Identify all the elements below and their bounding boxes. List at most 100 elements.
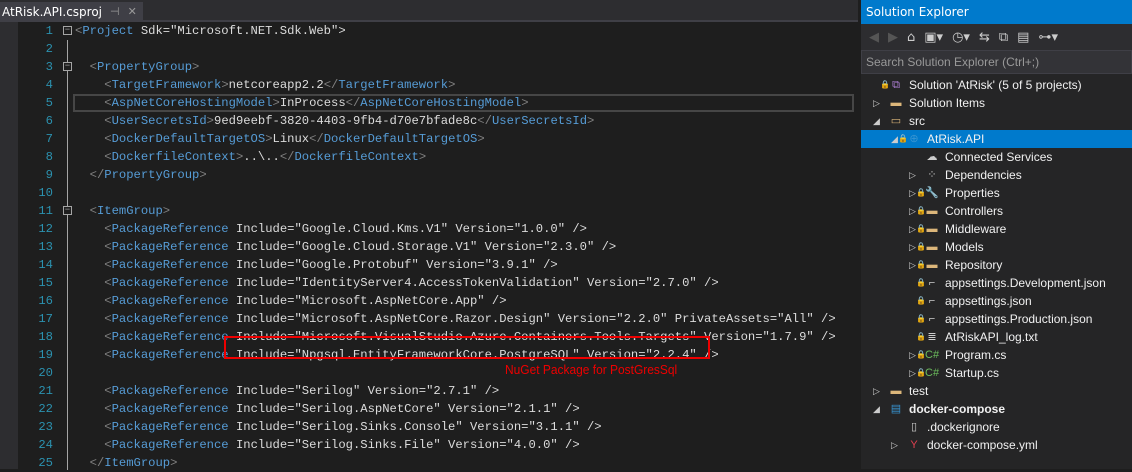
connected-services-icon: ☁ [926,151,938,163]
code-token: Include="Serilog.Sinks.Console" Version=… [228,420,602,434]
tree-item[interactable]: ▷ 🔒 C# Program.cs [861,346,1132,364]
line-number: 7 [45,132,53,146]
collapsed-arrow-icon[interactable]: ▷ [909,166,919,184]
line-number: 11 [38,204,53,218]
tree-item[interactable]: ◢ ▤ docker-compose [861,400,1132,418]
code-token: PackageReference [111,294,229,308]
line-number: 19 [38,348,53,362]
code-token: PackageReference [111,438,229,452]
code-token: < [104,438,112,452]
line-number: 1 [45,24,53,38]
folder-icon: ▬ [926,223,938,235]
code-token: PackageReference [111,222,229,236]
code-token: < [89,60,97,74]
code-token: UserSecretsId [111,114,207,128]
tree-item[interactable]: ☁ Connected Services [861,148,1132,166]
tree-item[interactable]: ▯ .dockerignore [861,418,1132,436]
tree-item[interactable]: ▷ 🔒 C# Startup.cs [861,364,1132,382]
line-number: 18 [38,330,53,344]
tree-item[interactable]: ▷ 🔒 ▬ Middleware [861,220,1132,238]
sync-icon[interactable]: ⇆ [979,30,990,45]
collapse-icon[interactable]: − [63,206,72,215]
code-text: <PackageReference Include="Microsoft.Asp… [75,292,506,310]
history-icon[interactable]: ◷▾ [952,30,970,45]
code-line: 21 <PackageReference Include="Serilog" V… [0,382,858,400]
code-text: </ItemGroup> [75,454,178,472]
properties-icon[interactable]: ⊶▾ [1038,30,1058,45]
code-line: 14 <PackageReference Include="Google.Pro… [0,256,858,274]
collapsed-arrow-icon[interactable]: ▷ [873,94,883,112]
collapse-all-icon[interactable]: ⧉ [999,30,1008,45]
tree-item[interactable]: ▷ ▬ test [861,382,1132,400]
code-token: PackageReference [111,312,229,326]
line-number: 22 [38,402,53,416]
tree-item[interactable]: 🔒 ⧉ Solution 'AtRisk' (5 of 5 projects) [861,76,1132,94]
code-token: Include="Serilog.AspNetCore" Version="2.… [228,402,580,416]
code-token: Linux [272,132,310,146]
code-token: < [104,330,112,344]
tree-item[interactable]: 🔒 ⌐ appsettings.Production.json [861,310,1132,328]
collapse-icon[interactable]: − [63,62,72,71]
tree-item[interactable]: 🔒 ⌐ appsettings.json [861,292,1132,310]
pin-icon[interactable]: ⊣ [110,2,120,22]
code-line: 9 </PropertyGroup> [0,166,858,184]
code-text: <PackageReference Include="Google.Cloud.… [75,238,616,256]
tree-item-label: AtRiskAPI_log.txt [945,330,1038,344]
tree-item[interactable]: ▷ 🔒 ▬ Controllers [861,202,1132,220]
code-token: > [206,114,214,128]
tree-item[interactable]: ▷ ▬ Solution Items [861,94,1132,112]
line-number: 17 [38,312,53,326]
tab-atrisk-api-csproj[interactable]: AtRisk.API.csproj ⊣ ✕ [0,2,143,22]
tree-item[interactable]: 🔒 ⌐ appsettings.Development.json [861,274,1132,292]
code-token: PackageReference [111,330,229,344]
line-number: 20 [38,366,53,380]
tree-item[interactable]: ◢ 🔒 ⊕ AtRisk.API [861,130,1132,148]
code-text: <PackageReference Include="Serilog.Sinks… [75,436,579,454]
code-line: 5 <AspNetCoreHostingModel>InProcess</Asp… [0,94,858,112]
home-icon[interactable]: ⌂ [907,30,915,45]
code-text: <UserSecretsId>9ed9eebf-3820-4403-9fb4-d… [75,112,594,130]
code-text: <DockerDefaultTargetOS>Linux</DockerDefa… [75,130,484,148]
folder-icon: ▬ [926,205,938,217]
back-icon[interactable]: ◀ [869,30,879,45]
close-icon[interactable]: ✕ [128,2,137,22]
tree-item[interactable]: 🔒 ≣ AtRiskAPI_log.txt [861,328,1132,346]
code-token: Include="Google.Cloud.Storage.V1" Versio… [228,240,617,254]
tree-item[interactable]: ▷ 🔒 ▬ Models [861,238,1132,256]
code-token: PackageReference [111,420,229,434]
code-editor[interactable]: 1− <Project Sdk="Microsoft.NET.Sdk.Web"> 2… [0,22,858,472]
code-token: < [104,96,112,110]
code-token: PackageReference [111,258,229,272]
code-token: > [162,204,171,218]
tree-item[interactable]: ▷ 🔒 🔧 Properties [861,184,1132,202]
tree-item[interactable]: ▷ ⁘ Dependencies [861,166,1132,184]
code-text: <DockerfileContext>..\..</DockerfileCont… [75,148,426,166]
code-token: < [104,294,112,308]
tree-item[interactable]: ◢ ▭ src [861,112,1132,130]
forward-icon[interactable]: ▶ [888,30,898,45]
line-number: 5 [45,96,53,110]
expanded-arrow-icon[interactable]: ◢ [873,400,883,418]
show-all-files-icon[interactable]: ▤ [1017,30,1029,45]
collapsed-arrow-icon[interactable]: ▷ [873,382,883,400]
tree-item-label: Solution Items [909,96,986,110]
tree-item[interactable]: ▷ 🔒 ▬ Repository [861,256,1132,274]
tree-item-label: Repository [945,258,1003,272]
switch-views-icon[interactable]: ▣▾ [924,30,943,45]
search-input[interactable]: Search Solution Explorer (Ctrl+;) [861,50,1132,74]
code-token: Include="Serilog" Version="2.7.1" /> [228,384,500,398]
code-token: > [587,114,595,128]
expanded-arrow-icon[interactable]: ◢ [873,112,883,130]
code-line: 2 [0,40,858,58]
collapsed-arrow-icon[interactable]: ▷ [891,436,901,454]
code-token: DockerDefaultTargetOS [323,132,478,146]
line-number: 6 [45,114,53,128]
json-file-icon: ⌐ [928,295,936,307]
tree-item[interactable]: ▷ Ydocker-compose.yml [861,436,1132,454]
document-tab-bar: AtRisk.API.csproj ⊣ ✕ [0,0,858,22]
collapse-icon[interactable]: − [63,26,72,35]
docker-compose-icon: ▤ [890,403,902,415]
